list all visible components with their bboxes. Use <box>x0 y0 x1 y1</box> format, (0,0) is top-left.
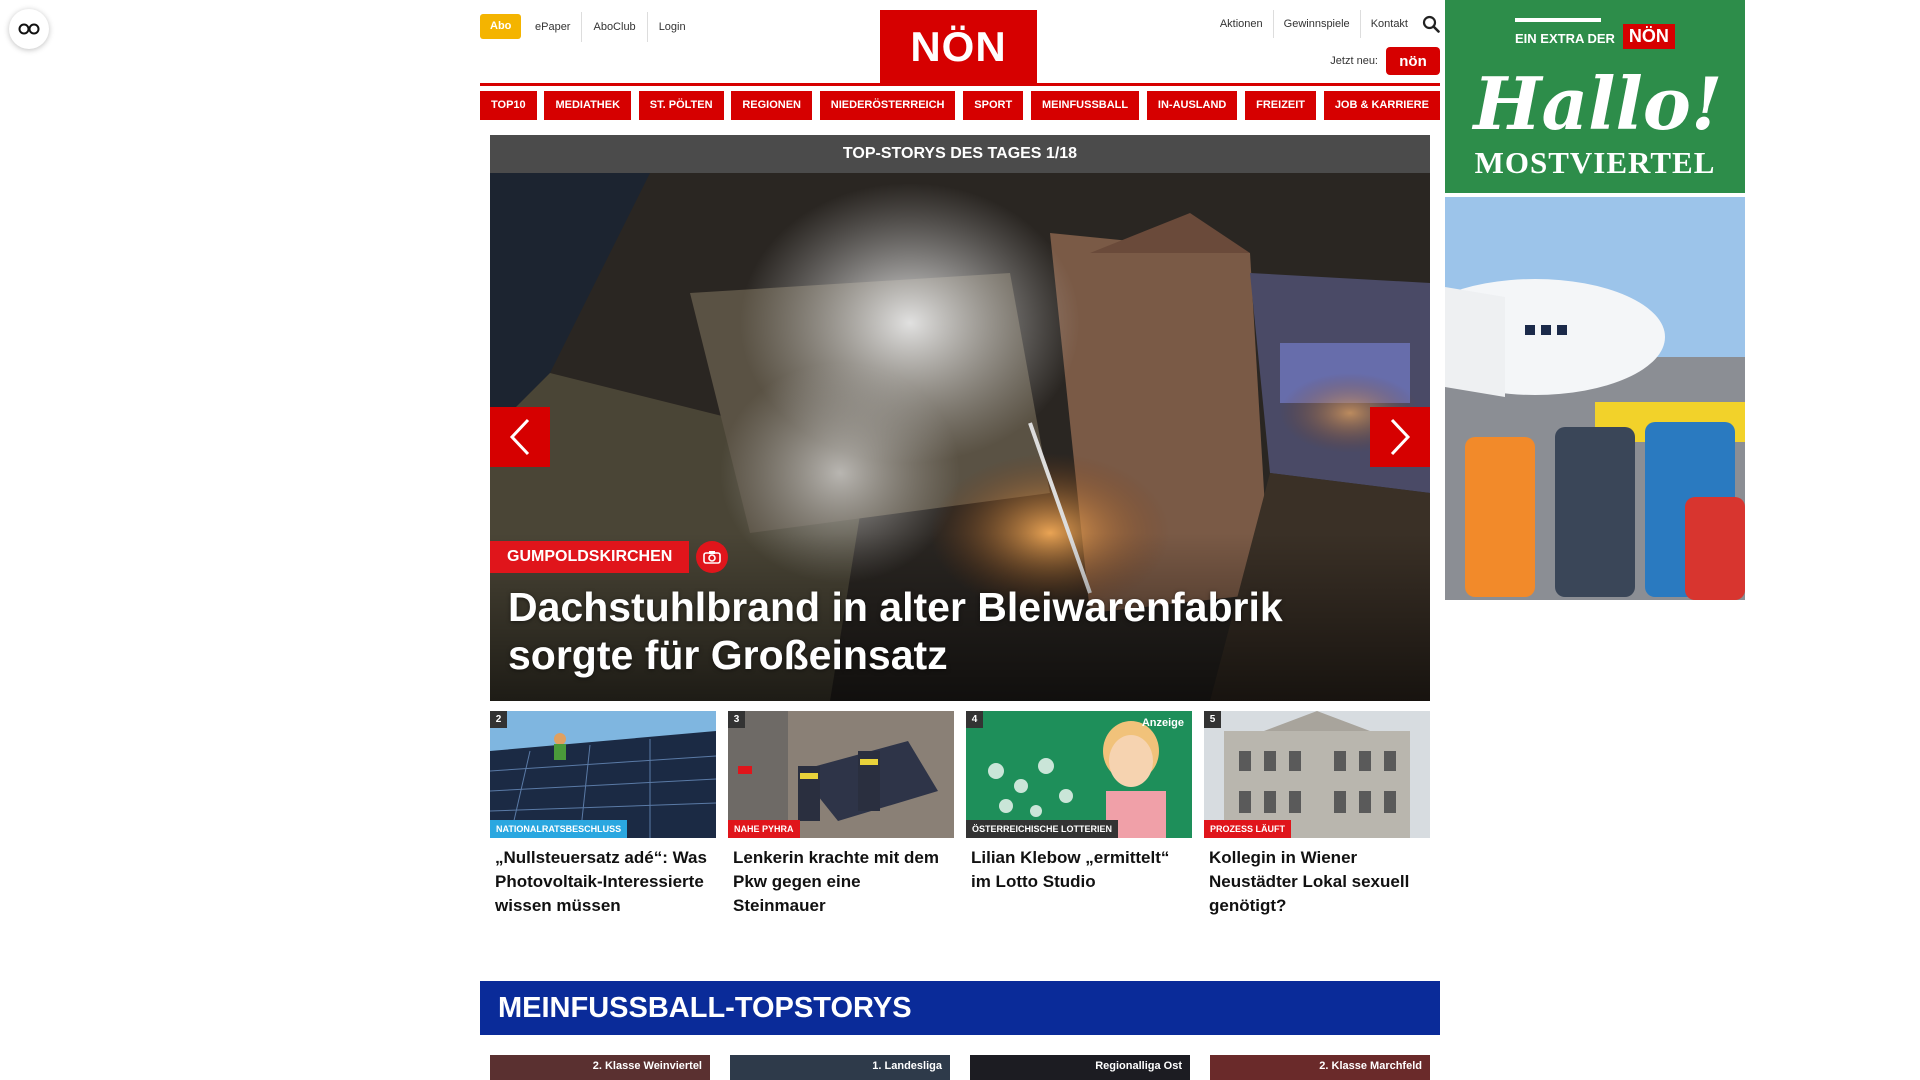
non-app-badge[interactable]: nön <box>1386 47 1440 75</box>
abo-button[interactable]: Abo <box>480 14 522 39</box>
login-link[interactable]: Login <box>648 12 697 42</box>
carousel-next-button[interactable] <box>1370 407 1430 467</box>
nav-st-poelten[interactable]: ST. PÖLTEN <box>638 91 724 120</box>
aktionen-link[interactable]: Aktionen <box>1210 10 1274 38</box>
glasses-icon <box>18 23 40 35</box>
jetzt-neu-label: Jetzt neu: <box>1330 55 1378 67</box>
teaser-image[interactable]: 5 PROZESS LÄUFT <box>1204 711 1430 838</box>
nav-mediathek[interactable]: MEDIATHEK <box>544 91 632 120</box>
teaser-card[interactable]: 2 NATIONALRATSBESCHLUSS „Nullsteuersatz … <box>490 711 716 918</box>
epaper-link[interactable]: ePaper <box>524 12 583 42</box>
league-label: Regionalliga Ost <box>1095 1060 1182 1072</box>
nav-regionen[interactable]: REGIONEN <box>731 91 813 120</box>
carousel-prev-button[interactable] <box>490 407 550 467</box>
nav-niederoesterreich[interactable]: NIEDERÖSTERREICH <box>819 91 956 120</box>
nav-top10[interactable]: TOP10 <box>480 91 537 120</box>
search-icon[interactable] <box>1422 15 1440 33</box>
jetzt-neu-promo[interactable]: Jetzt neu: nön <box>1330 47 1440 75</box>
meinfussball-card[interactable]: 2. Klasse Weinviertel <box>490 1055 710 1080</box>
ad-extra-label: EIN EXTRA DER <box>1515 31 1615 46</box>
hallo-mostviertel-ad[interactable]: EIN EXTRA DER NÖN Hallo! MOSTVIERTEL <box>1445 0 1745 193</box>
teaser-card[interactable]: 4 Anzeige ÖSTERREICHISCHE LOTTERIEN Lili… <box>966 711 1192 918</box>
teaser-tag: NATIONALRATSBESCHLUSS <box>490 820 628 838</box>
gewinnspiele-link[interactable]: Gewinnspiele <box>1274 10 1361 38</box>
ad-hallo-title: Hallo! <box>1473 61 1723 146</box>
teaser-image[interactable]: 4 Anzeige ÖSTERREICHISCHE LOTTERIEN <box>966 711 1192 838</box>
teaser-card[interactable]: 5 PROZESS LÄUFT Kollegin in Wiener Neust… <box>1204 711 1430 918</box>
league-label: 2. Klasse Marchfeld <box>1319 1060 1422 1072</box>
ad-divider <box>1515 18 1601 22</box>
meinfussball-stories: 2. Klasse Weinviertel 1. Landesliga Regi… <box>490 1055 1430 1080</box>
teaser-tag: PROZESS LÄUFT <box>1204 820 1292 838</box>
chevron-left-icon <box>509 418 530 456</box>
kontakt-link[interactable]: Kontakt <box>1361 10 1418 38</box>
reader-mode-button[interactable] <box>9 9 49 49</box>
service-links: Aktionen Gewinnspiele Kontakt <box>1210 10 1440 38</box>
nav-sport[interactable]: SPORT <box>963 91 1024 120</box>
meinfussball-card[interactable]: 2. Klasse Marchfeld <box>1210 1055 1430 1080</box>
teaser-title[interactable]: „Nullsteuersatz adé“: Was Photovoltaik-I… <box>495 846 711 918</box>
ad-label: Anzeige <box>1141 717 1184 729</box>
teaser-title[interactable]: Kollegin in Wiener Neustädter Lokal sexu… <box>1209 846 1425 918</box>
league-label: 2. Klasse Weinviertel <box>592 1060 702 1072</box>
ad-brand-line: EIN EXTRA DER NÖN <box>1515 18 1675 49</box>
teaser-tag: ÖSTERREICHISCHE LOTTERIEN <box>966 820 1119 838</box>
chevron-right-icon <box>1390 418 1411 456</box>
hero-location-tag[interactable]: GUMPOLDSKIRCHEN <box>490 541 690 573</box>
nav-meinfussball[interactable]: MEINFUSSBALL <box>1030 91 1140 120</box>
ad-region-title: MOSTVIERTEL <box>1474 145 1716 180</box>
airport-travel-ad[interactable] <box>1445 197 1745 600</box>
meinfussball-section-title[interactable]: MEINFUSSBALL-TOPSTORYS <box>480 981 1440 1035</box>
teaser-title[interactable]: Lenkerin krachte mit dem Pkw gegen eine … <box>733 846 949 918</box>
teaser-title[interactable]: Lilian Klebow „ermittelt“ im Lotto Studi… <box>971 846 1187 894</box>
meinfussball-card[interactable]: Regionalliga Ost <box>970 1055 1190 1080</box>
teaser-number: 4 <box>966 711 983 728</box>
header-divider <box>480 83 1440 86</box>
nav-in-ausland[interactable]: IN-AUSLAND <box>1146 91 1238 120</box>
meinfussball-card[interactable]: 1. Landesliga <box>730 1055 950 1080</box>
teaser-number: 5 <box>1204 711 1221 728</box>
site-header: Abo ePaper AboClub Login NÖN Aktionen Ge… <box>480 10 1440 84</box>
top-links: ePaper AboClub Login <box>524 12 697 42</box>
aboclub-link[interactable]: AboClub <box>582 12 648 42</box>
hero-headline[interactable]: Dachstuhlbrand in alter Bleiwarenfabrik … <box>508 583 1388 679</box>
camera-icon <box>703 551 721 564</box>
nav-freizeit[interactable]: FREIZEIT <box>1245 91 1317 120</box>
top-stories-teasers: 2 NATIONALRATSBESCHLUSS „Nullsteuersatz … <box>490 711 1430 918</box>
nav-job-karriere[interactable]: JOB & KARRIERE <box>1323 91 1440 120</box>
ad-non-logo: NÖN <box>1622 24 1675 49</box>
teaser-image[interactable]: 2 NATIONALRATSBESCHLUSS <box>490 711 716 838</box>
non-logo[interactable]: NÖN <box>880 10 1037 84</box>
teaser-number: 2 <box>490 711 507 728</box>
gallery-indicator <box>696 541 728 573</box>
carousel-header: TOP-STORYS DES TAGES 1/18 <box>490 135 1430 173</box>
teaser-number: 3 <box>728 711 745 728</box>
teaser-image[interactable]: 3 NAHE PYHRA <box>728 711 954 838</box>
league-label: 1. Landesliga <box>872 1060 942 1072</box>
teaser-tag: NAHE PYHRA <box>728 820 800 838</box>
teaser-card[interactable]: 3 NAHE PYHRA Lenkerin krachte mit dem Pk… <box>728 711 954 918</box>
top-stories-carousel: TOP-STORYS DES TAGES 1/18 GUMPOLDSKIRCHE… <box>490 135 1430 701</box>
main-nav: TOP10 MEDIATHEK ST. PÖLTEN REGIONEN NIED… <box>480 91 1440 120</box>
